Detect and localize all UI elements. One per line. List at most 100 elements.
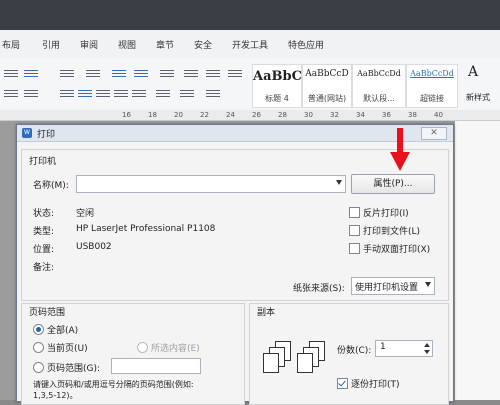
copies-group-title: 副本	[255, 305, 278, 318]
ruler-tick: 34	[356, 111, 365, 119]
align-center-icon[interactable]	[78, 88, 92, 98]
page-range-radio[interactable]	[33, 362, 44, 373]
current-page-label[interactable]: 当前页(U)	[47, 341, 88, 354]
status-label: 状态:	[33, 209, 55, 219]
ruler-tick: 40	[434, 111, 443, 119]
page-range-label[interactable]: 页码范围(G):	[47, 361, 100, 374]
tab-view[interactable]: 视图	[118, 38, 136, 51]
table-icon[interactable]	[228, 68, 242, 78]
type-label: 类型:	[33, 227, 55, 237]
eraser-icon[interactable]	[4, 68, 18, 78]
ruler-tick: 28	[278, 111, 287, 119]
location-label: 位置:	[33, 245, 55, 255]
copies-count-value: 1	[380, 342, 386, 352]
paper-source-select[interactable]: 使用打印机设置	[351, 277, 435, 295]
reverse-print-label[interactable]: 反片打印(I)	[363, 206, 409, 219]
tab-special-apps[interactable]: 特色应用	[288, 38, 324, 51]
align-left-icon[interactable]	[60, 88, 74, 98]
selection-label[interactable]: 所选内容(E)	[151, 341, 200, 354]
decrement-icon[interactable]	[424, 350, 430, 354]
borders-icon[interactable]	[206, 88, 220, 98]
justify-icon[interactable]	[114, 88, 128, 98]
increment-icon[interactable]	[424, 343, 430, 347]
manual-duplex-label[interactable]: 手动双面打印(X)	[363, 242, 430, 255]
highlight-icon[interactable]	[24, 68, 38, 78]
collate-page	[297, 353, 313, 373]
paper-source-label: 纸张来源(S):	[293, 284, 345, 294]
wps-app-icon: W	[22, 128, 32, 138]
tab-review[interactable]: 审阅	[80, 38, 98, 51]
printer-group-title: 打印机	[27, 154, 59, 167]
ruler-tick: 38	[408, 111, 417, 119]
sort-icon[interactable]	[184, 68, 198, 78]
all-pages-radio[interactable]	[33, 324, 44, 335]
page-range-hint: 请键入页码和/或用逗号分隔的页码范围(例如:	[33, 380, 194, 389]
properties-button[interactable]: 属性(P)...	[351, 174, 435, 194]
style-name: 超链接	[420, 94, 444, 103]
copies-count-label: 份数(C):	[337, 346, 372, 356]
align-right-icon[interactable]	[96, 88, 110, 98]
collate-page	[263, 353, 279, 373]
selection-radio[interactable]	[137, 342, 148, 353]
style-sample: AaBbCcD	[305, 69, 349, 79]
increase-indent-icon[interactable]	[134, 68, 148, 78]
ribbon-tab-bar: 布局 引用 审阅 视图 章节 安全 开发工具 特色应用	[0, 30, 500, 59]
ruler-tick: 26	[252, 111, 261, 119]
printer-name-label: 名称(M):	[33, 181, 69, 191]
new-style-label[interactable]: 新样式	[466, 92, 490, 103]
ruler-tick: 20	[174, 111, 183, 119]
copies-count-stepper[interactable]: 1	[375, 340, 433, 357]
decrease-indent-icon[interactable]	[112, 68, 126, 78]
tab-references[interactable]: 引用	[42, 38, 60, 51]
ruler-tick: 16	[122, 111, 131, 119]
tab-layout[interactable]: 布局	[2, 38, 20, 51]
style-name: 默认段...	[363, 94, 395, 103]
document-page[interactable]	[455, 121, 500, 400]
printer-name-select[interactable]	[76, 175, 346, 193]
horizontal-ruler[interactable]: 16 18 20 22 24 26 28 30 32 34 36 38 40	[0, 110, 500, 121]
chevron-down-icon	[425, 282, 431, 287]
comment-label: 备注:	[33, 263, 55, 273]
style-hyperlink[interactable]: AaBbCcDd 超链接	[406, 64, 458, 108]
text-shading-icon[interactable]	[24, 88, 38, 98]
close-button[interactable]: ✕	[421, 127, 447, 140]
page-range-input[interactable]	[111, 358, 201, 374]
distributed-icon[interactable]	[132, 88, 146, 98]
manual-duplex-checkbox[interactable]	[349, 243, 360, 254]
ruler-tick: 24	[226, 111, 235, 119]
print-to-file-label[interactable]: 打印到文件(L)	[363, 224, 420, 237]
show-marks-icon[interactable]	[206, 68, 220, 78]
reverse-print-checkbox[interactable]	[349, 207, 360, 218]
style-name: 标题 4	[265, 94, 289, 103]
all-pages-label[interactable]: 全部(A)	[47, 323, 78, 336]
chinese-layout-icon[interactable]	[160, 68, 174, 78]
page-range-hint-example: 1,3,5-12)。	[33, 391, 78, 400]
type-value: HP LaserJet Professional P1108	[76, 224, 216, 234]
shading-icon[interactable]	[180, 88, 194, 98]
collate-label[interactable]: 逐份打印(T)	[351, 377, 400, 390]
line-spacing-icon[interactable]	[156, 88, 170, 98]
ruler-tick: 30	[304, 111, 313, 119]
print-to-file-checkbox[interactable]	[349, 225, 360, 236]
style-heading4[interactable]: AaBbC 标题 4	[252, 64, 302, 108]
style-normal-web[interactable]: AaBbCcD 普通(网站)	[302, 64, 352, 108]
collate-checkbox[interactable]	[337, 378, 348, 389]
new-style-icon[interactable]: A	[468, 64, 478, 80]
chevron-down-icon	[336, 180, 342, 185]
ruler-tick: 22	[200, 111, 209, 119]
paper-source-value: 使用打印机设置	[355, 283, 419, 293]
style-sample: AaBbC	[253, 69, 302, 84]
bullet-list-icon[interactable]	[60, 68, 74, 78]
font-color-icon[interactable]	[4, 88, 18, 98]
style-default-paragraph[interactable]: AaBbCcDd 默认段...	[352, 64, 406, 108]
tab-chapter[interactable]: 章节	[156, 38, 174, 51]
location-value: USB002	[76, 242, 112, 252]
dialog-titlebar[interactable]: W 打印 ✕	[17, 125, 453, 142]
tab-developer-tools[interactable]: 开发工具	[232, 38, 268, 51]
current-page-radio[interactable]	[33, 342, 44, 353]
tab-security[interactable]: 安全	[194, 38, 212, 51]
numbered-list-icon[interactable]	[86, 68, 100, 78]
style-name: 普通(网站)	[307, 94, 347, 103]
style-sample: AaBbCcDd	[357, 69, 401, 78]
app-titlebar	[0, 0, 500, 30]
